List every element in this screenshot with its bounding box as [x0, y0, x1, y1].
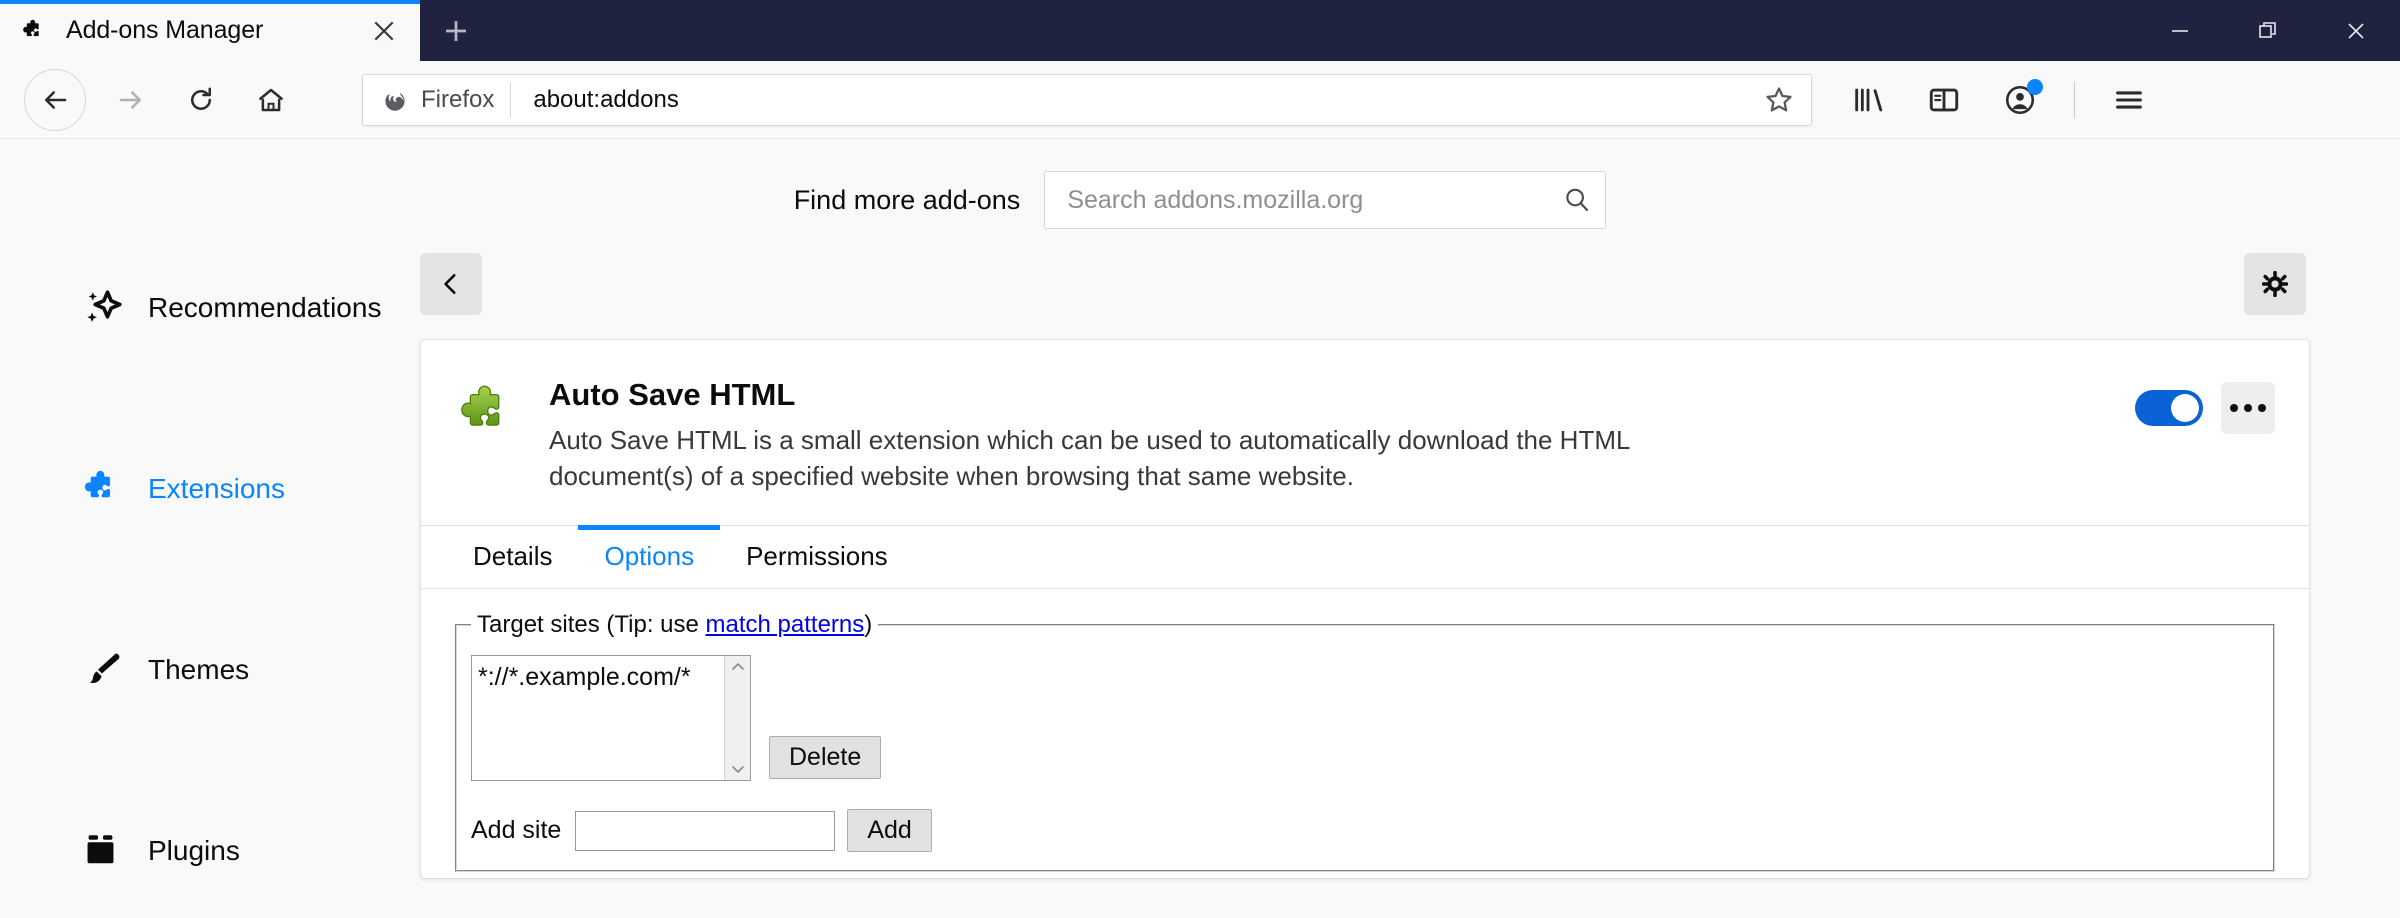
categories-sidebar: Recommendations Extensions Themes Plugin… [0, 253, 420, 882]
search-addons-box[interactable] [1044, 171, 1607, 229]
find-more-addons-row: Find more add-ons [0, 139, 2400, 229]
new-tab-button[interactable] [420, 0, 492, 61]
addon-more-options-button[interactable] [2221, 382, 2275, 434]
close-button[interactable] [2312, 0, 2400, 61]
gear-icon[interactable] [2244, 253, 2306, 315]
sidebar-item-recommendations[interactable]: Recommendations [82, 277, 420, 339]
delete-button[interactable]: Delete [769, 735, 882, 779]
reload-button[interactable] [170, 69, 232, 131]
browser-tab-addons-manager[interactable]: Add-ons Manager [0, 0, 420, 61]
tab-options[interactable]: Options [578, 524, 720, 588]
add-button[interactable]: Add [847, 808, 932, 853]
list-item[interactable]: *://*.example.com/* [478, 662, 724, 693]
site-list-row: *://*.example.com/* Delete [471, 654, 2259, 781]
tab-strip: Add-ons Manager [0, 0, 2400, 61]
green-puzzle-piece-icon [459, 382, 521, 444]
url-bar[interactable]: Firefox about:addons [362, 73, 1812, 126]
enable-toggle[interactable] [2135, 390, 2203, 426]
toolbar-separator [2074, 81, 2075, 118]
target-sites-fieldset: Target sites (Tip: use match patterns) *… [455, 610, 2275, 873]
addon-header: Auto Save HTML Auto Save HTML is a small… [421, 340, 2309, 525]
account-icon[interactable] [1989, 69, 2051, 131]
url-text[interactable]: about:addons [511, 86, 1751, 114]
delete-button-wrap: Delete [769, 735, 882, 779]
paintbrush-icon [82, 648, 126, 692]
detail-view-header [420, 253, 2310, 315]
search-input[interactable] [1045, 185, 1550, 215]
find-more-label: Find more add-ons [793, 184, 1021, 215]
sidebar-item-label: Themes [148, 654, 250, 685]
forward-button[interactable] [100, 69, 162, 131]
dot [2244, 404, 2252, 412]
dot [2258, 404, 2266, 412]
target-sites-legend: Target sites (Tip: use match patterns) [471, 611, 878, 639]
identity-label: Firefox [421, 85, 495, 113]
close-tab-button[interactable] [356, 3, 412, 59]
add-site-label: Add site [471, 816, 562, 844]
puzzle-piece-icon [22, 18, 48, 44]
scroll-down-arrow-icon[interactable] [730, 763, 746, 775]
main-column: Auto Save HTML Auto Save HTML is a small… [420, 253, 2400, 879]
sidebar-item-themes[interactable]: Themes [82, 639, 420, 701]
tab-details[interactable]: Details [447, 526, 578, 588]
back-button[interactable] [24, 68, 86, 131]
puzzle-piece-icon [82, 467, 126, 511]
addon-name: Auto Save HTML [549, 377, 796, 412]
addon-detail-tabs: Details Options Permissions [421, 524, 2309, 589]
addon-controls [2135, 382, 2275, 434]
tab-title: Add-ons Manager [66, 16, 264, 44]
hamburger-menu-icon[interactable] [2098, 69, 2160, 131]
minimize-button[interactable] [2136, 0, 2224, 61]
options-pane: Target sites (Tip: use match patterns) *… [421, 589, 2309, 873]
browser-window: Add-ons Manager Firefox about:addons Fin… [0, 0, 2400, 918]
tab-permissions[interactable]: Permissions [720, 526, 914, 588]
legend-prefix-text: Target sites (Tip: use [477, 610, 706, 638]
page-body: Recommendations Extensions Themes Plugin… [0, 229, 2400, 882]
sidebar-item-plugins[interactable]: Plugins [82, 820, 420, 882]
plugin-box-icon [82, 829, 126, 873]
addons-manager-page: Find more add-ons Search addons.mozilla.… [0, 139, 2400, 918]
account-notification-badge [2027, 78, 2043, 95]
restore-button[interactable] [2224, 0, 2312, 61]
listbox-scrollbar[interactable] [724, 655, 750, 780]
addon-detail-card: Auto Save HTML Auto Save HTML is a small… [420, 339, 2310, 879]
star-outline-icon[interactable] [1751, 74, 1807, 126]
target-sites-listbox[interactable]: *://*.example.com/* [471, 654, 751, 781]
toggle-knob [2171, 394, 2199, 422]
firefox-logo-icon [381, 86, 409, 114]
addon-description: Auto Save HTML is a small extension whic… [549, 425, 1630, 492]
identity-box[interactable]: Firefox [363, 81, 512, 118]
legend-suffix-text: ) [864, 610, 873, 638]
scroll-up-arrow-icon[interactable] [730, 661, 746, 673]
window-controls [2136, 0, 2400, 61]
toolbar-right-actions [1830, 69, 2167, 131]
back-to-list-button[interactable] [420, 253, 482, 315]
add-site-input[interactable] [575, 810, 836, 851]
add-site-row: Add site Add [471, 808, 2259, 853]
navigation-toolbar: Firefox about:addons [0, 61, 2400, 139]
sidebar-item-extensions[interactable]: Extensions [82, 458, 420, 520]
search-icon[interactable] [1549, 172, 1605, 228]
home-button[interactable] [240, 69, 302, 131]
sidebar-item-label: Recommendations [148, 292, 382, 323]
library-icon[interactable] [1837, 69, 1899, 131]
sidebar-item-label: Extensions [148, 473, 285, 504]
match-patterns-link[interactable]: match patterns [706, 611, 865, 638]
addon-meta: Auto Save HTML Auto Save HTML is a small… [549, 377, 2111, 495]
listbox-items: *://*.example.com/* [472, 656, 724, 780]
sparkle-star-icon [82, 286, 126, 330]
dot [2230, 404, 2238, 412]
sidebar-item-label: Plugins [148, 835, 240, 866]
sidebar-icon[interactable] [1913, 69, 1975, 131]
